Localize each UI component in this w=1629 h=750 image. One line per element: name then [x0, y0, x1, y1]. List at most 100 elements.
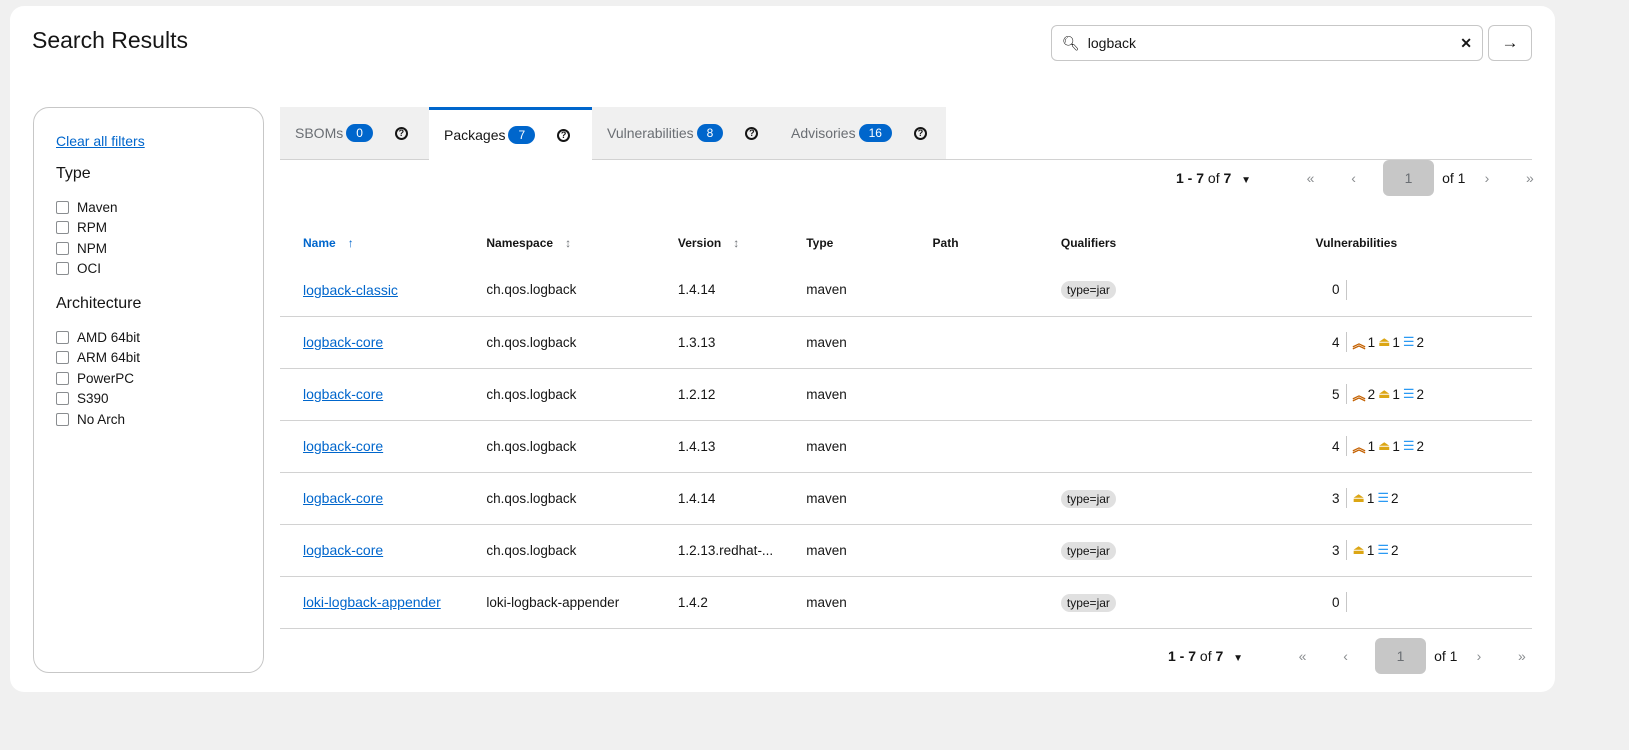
column-header-vulnerabilities: Vulnerabilities [1315, 236, 1398, 250]
filter-option[interactable]: ARM 64bit [56, 348, 241, 369]
medium-severity-icon: ⏏ [1352, 542, 1365, 557]
filter-option[interactable]: RPM [56, 218, 241, 239]
page-title: Search Results [32, 27, 188, 53]
vulnerabilities: 0 [1292, 576, 1532, 629]
version: 1.4.2 [654, 576, 784, 629]
result-tabs: SBOMs 0? Packages 7? Vulnerabilities 8? Adviso… [280, 107, 1532, 160]
namespace: ch.qos.logback [463, 420, 655, 473]
medium-severity-icon: ⏏ [1378, 386, 1391, 401]
namespace: ch.qos.logback [463, 472, 655, 525]
vulnerabilities: 4 ︽ 1 ⏏ 1 ☰ 2 [1292, 316, 1532, 369]
next-page-button[interactable]: › [1465, 170, 1508, 186]
filter-option[interactable]: S390 [56, 389, 241, 410]
vulnerability-total: 5 [1332, 386, 1340, 402]
high-severity-icon: ︽ [1352, 387, 1366, 403]
last-page-button[interactable]: » [1500, 648, 1543, 664]
previous-page-button[interactable]: ‹ [1332, 170, 1375, 186]
checkbox[interactable] [56, 412, 69, 426]
packages-table: Name ↑ Namespace ↕ Version ↕ Type Path Qualifier… [280, 222, 1532, 629]
page-input[interactable]: 1 [1383, 160, 1435, 196]
first-page-button[interactable]: « [1289, 170, 1332, 186]
filter-option[interactable]: AMD 64bit [56, 327, 241, 348]
checkbox[interactable] [56, 221, 69, 235]
first-page-button[interactable]: « [1281, 648, 1324, 664]
tab-advisories[interactable]: Advisories 16? [776, 107, 946, 159]
medium-severity-icon: ⏏ [1378, 334, 1391, 349]
qualifiers [1037, 368, 1293, 421]
search-box[interactable]: 🔍︎ ✕ [1051, 25, 1483, 61]
clear-all-filters-link[interactable]: Clear all filters [56, 133, 145, 149]
table-row: logback-core ch.qos.logback 1.4.14 maven typ… [280, 472, 1532, 525]
checkbox[interactable] [56, 241, 69, 255]
type: maven [783, 576, 910, 629]
table-row: loki-logback-appender loki-logback-append… [280, 576, 1532, 629]
table-row: logback-core ch.qos.logback 1.2.12 maven 5 ︽ 2… [280, 368, 1532, 421]
last-page-button[interactable]: » [1508, 170, 1551, 186]
search-submit-button[interactable]: → [1488, 25, 1532, 61]
filter-option[interactable]: NPM [56, 238, 241, 259]
vulnerability-total: 4 [1332, 334, 1340, 350]
version: 1.3.13 [654, 316, 784, 369]
vulnerability-total: 4 [1332, 438, 1340, 454]
high-severity-icon: ︽ [1352, 335, 1366, 351]
medium-severity-icon: ⏏ [1378, 438, 1391, 453]
filter-option[interactable]: Maven [56, 197, 241, 218]
help-icon[interactable]: ? [557, 128, 571, 142]
namespace: ch.qos.logback [463, 264, 655, 317]
tab-packages[interactable]: Packages 7? [429, 107, 592, 160]
checkbox[interactable] [56, 371, 69, 385]
qualifier-chip: type=jar [1060, 489, 1116, 508]
qualifier-chip: type=jar [1060, 593, 1116, 612]
qualifiers: type=jar [1037, 264, 1293, 317]
type: maven [783, 264, 910, 317]
qualifiers: type=jar [1037, 472, 1293, 525]
checkbox[interactable] [56, 392, 69, 406]
clear-search-icon[interactable]: ✕ [1460, 35, 1472, 52]
vulnerability-total: 0 [1332, 594, 1340, 610]
pagination-range[interactable]: 1 - 7 of 7 ▼ [1176, 170, 1251, 186]
vulnerability-total: 3 [1332, 490, 1340, 506]
help-icon[interactable]: ? [913, 126, 927, 140]
page-input[interactable]: 1 [1375, 638, 1427, 674]
checkbox[interactable] [56, 351, 69, 365]
pagination-range[interactable]: 1 - 7 of 7 ▼ [1168, 648, 1243, 664]
search-icon: 🔍︎ [1062, 34, 1080, 51]
checkbox[interactable] [56, 200, 69, 214]
column-header-path: Path [932, 236, 959, 250]
checkbox[interactable] [56, 330, 69, 344]
pagination-top: 1 - 7 of 7 ▼ «‹ 1 of 1 ›» [1176, 160, 1551, 196]
low-severity-icon: ☰ [1377, 490, 1390, 505]
previous-page-button[interactable]: ‹ [1324, 648, 1367, 664]
package-name-link[interactable]: logback-core [303, 490, 383, 506]
package-name-link[interactable]: logback-core [303, 334, 383, 350]
column-header-name[interactable]: Name ↑ [280, 222, 463, 264]
version: 1.2.12 [654, 368, 784, 421]
column-header-version[interactable]: Version ↕ [655, 222, 783, 264]
filter-option[interactable]: No Arch [56, 409, 241, 430]
type: maven [783, 420, 910, 473]
package-name-link[interactable]: logback-core [303, 438, 383, 454]
namespace: ch.qos.logback [463, 524, 655, 577]
vulnerability-total: 3 [1332, 542, 1340, 558]
search-input[interactable] [1087, 35, 1461, 51]
package-name-link[interactable]: logback-core [303, 386, 383, 402]
next-page-button[interactable]: › [1457, 648, 1500, 664]
help-icon[interactable]: ? [394, 126, 408, 140]
path [909, 420, 1038, 473]
help-icon[interactable]: ? [745, 126, 759, 140]
column-header-namespace[interactable]: Namespace ↕ [463, 222, 655, 264]
path [909, 576, 1038, 629]
high-severity-icon: ︽ [1352, 439, 1366, 455]
filter-option[interactable]: PowerPC [56, 368, 241, 389]
package-name-link[interactable]: logback-core [303, 542, 383, 558]
path [909, 472, 1038, 525]
vulnerabilities: 4 ︽ 1 ⏏ 1 ☰ 2 [1292, 420, 1532, 473]
namespace: ch.qos.logback [463, 316, 655, 369]
filter-option[interactable]: OCI [56, 259, 241, 280]
tab-vulnerabilities[interactable]: Vulnerabilities 8? [592, 107, 776, 159]
tab-sboms[interactable]: SBOMs 0? [280, 107, 429, 159]
checkbox[interactable] [56, 262, 69, 276]
low-severity-icon: ☰ [1402, 438, 1415, 453]
package-name-link[interactable]: logback-classic [303, 282, 398, 298]
package-name-link[interactable]: loki-logback-appender [303, 594, 441, 610]
